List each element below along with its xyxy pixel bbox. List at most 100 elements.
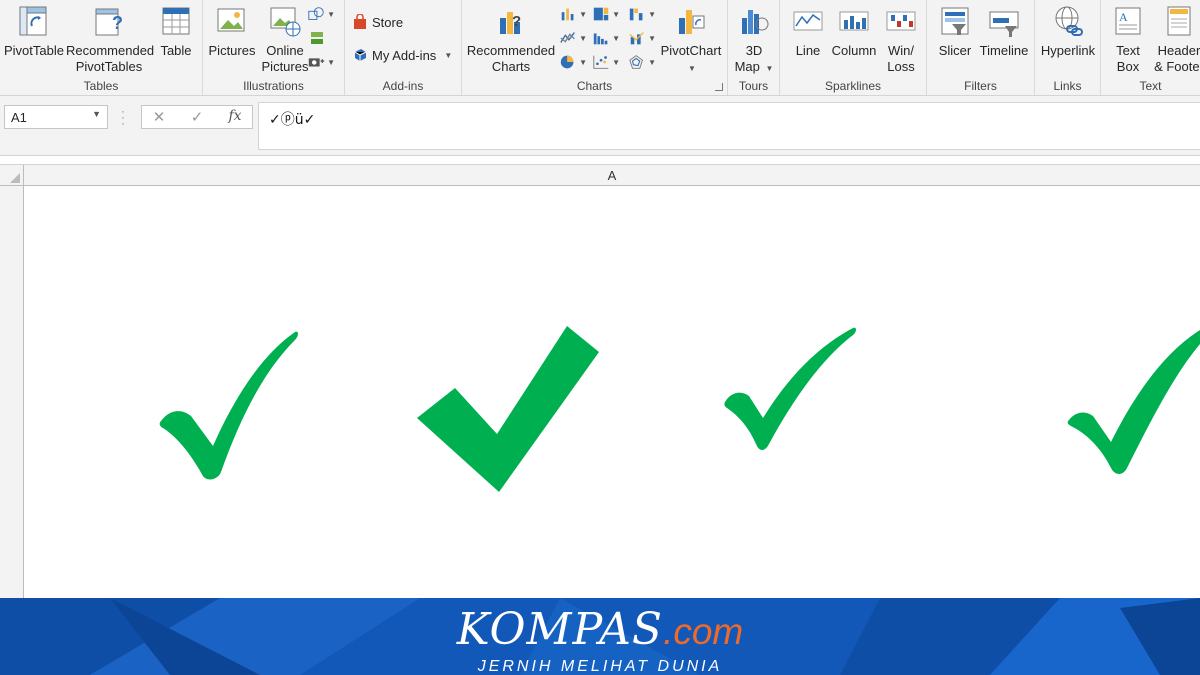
header-footer-label-2: & Footer <box>1154 59 1200 74</box>
insert-column-chart-button[interactable]: ▼ <box>559 4 587 24</box>
smartart-button[interactable] <box>307 28 335 48</box>
kompas-logo[interactable]: KOMPAS.com <box>0 606 1200 656</box>
recommended-charts-label-2: Charts <box>491 59 531 74</box>
online-pictures-icon <box>270 7 301 37</box>
formula-input[interactable]: ✓ⓟü✓ <box>258 102 1200 150</box>
recommended-charts-button[interactable]: ? Recommended Charts <box>466 4 556 75</box>
recommended-pivottables-button[interactable]: ? Recommended PivotTables <box>66 4 154 75</box>
sparkline-line-icon <box>793 11 823 31</box>
name-box-dropdown-icon[interactable]: ▼ <box>92 109 101 119</box>
my-addins-icon <box>354 49 367 61</box>
formula-bar-splitter-icon[interactable]: · · · <box>120 105 126 129</box>
svg-text:?: ? <box>112 13 123 33</box>
recommended-pivottables-label-2: PivotTables <box>75 59 143 74</box>
online-pictures-button[interactable]: Online Pictures <box>260 4 310 75</box>
insert-pie-chart-button[interactable]: ▼ <box>559 52 587 72</box>
slicer-button[interactable]: Slicer <box>935 4 975 59</box>
select-all-button[interactable] <box>0 165 24 186</box>
store-icon <box>354 14 366 29</box>
shapes-button[interactable]: ▼ <box>307 4 335 24</box>
cancel-icon[interactable]: ✕ <box>144 108 174 126</box>
my-addins-label: My Add-ins <box>372 47 437 63</box>
sparkline-winloss-icon <box>886 11 916 31</box>
3d-map-label-1: 3D <box>745 43 763 58</box>
insert-statistic-chart-button[interactable]: ▼ <box>592 28 620 48</box>
text-box-icon: A <box>1115 7 1141 35</box>
checkmark-icon-2 <box>417 326 599 492</box>
svg-text:A: A <box>1119 10 1128 24</box>
my-addins-button[interactable]: My Add-ins ▼ <box>352 44 452 66</box>
name-box-value: A1 <box>11 110 27 125</box>
pivotchart-icon <box>679 10 705 34</box>
kompas-brand: KOMPAS.com JERNIH MELIHAT DUNIA <box>0 606 1200 675</box>
shapes-icon <box>308 7 324 20</box>
store-button[interactable]: Store <box>352 11 403 33</box>
group-links: Hyperlink Links <box>1035 0 1101 95</box>
text-box-label-1: Text <box>1116 43 1140 58</box>
3d-map-button[interactable]: 3D Map ▼ <box>732 4 776 77</box>
insert-combo-chart-button[interactable]: ▼ <box>628 28 656 48</box>
column-chart-icon <box>561 8 574 21</box>
group-label-sparklines: Sparklines <box>824 79 882 93</box>
column-header-a[interactable]: A <box>24 165 1200 186</box>
insert-line-chart-button[interactable]: ▼ <box>559 28 587 48</box>
text-box-button[interactable]: A Text Box <box>1107 4 1149 75</box>
group-label-tours: Tours <box>738 79 769 93</box>
sparkline-column-icon <box>839 11 869 31</box>
sparkline-winloss-button[interactable]: Win/ Loss <box>882 4 920 75</box>
sparkline-column-button[interactable]: Column <box>830 4 878 59</box>
group-label-filters: Filters <box>964 79 997 93</box>
table-button[interactable]: Table <box>156 4 196 59</box>
screenshot-icon <box>308 58 325 67</box>
timeline-button[interactable]: Timeline <box>977 4 1031 59</box>
line-chart-icon <box>560 32 575 43</box>
group-filters: Slicer Timeline Filters <box>927 0 1035 95</box>
group-label-text: Text <box>1139 79 1162 93</box>
checkmark-icon-3 <box>724 327 856 450</box>
3d-map-dropdown-icon: ▼ <box>765 64 774 73</box>
pictures-button[interactable]: Pictures <box>207 4 257 59</box>
statistic-chart-icon <box>593 33 608 45</box>
pivottable-button[interactable]: PivotTable <box>4 4 64 59</box>
name-box[interactable]: A1 ▼ <box>4 105 108 129</box>
insert-waterfall-chart-button[interactable]: ▼ <box>628 4 656 24</box>
radar-chart-icon <box>629 55 643 69</box>
screenshot-button[interactable]: ▼ <box>307 52 335 72</box>
header-footer-button[interactable]: Header & Footer <box>1151 4 1200 75</box>
group-tours: 3D Map ▼ Tours <box>728 0 780 95</box>
timeline-icon <box>989 11 1019 37</box>
group-illustrations: Pictures Online Pictures ▼ ▼ Illustratio… <box>203 0 345 95</box>
group-tables: PivotTable ? Recommended PivotTables Tab… <box>0 0 203 95</box>
recommended-pivottables-icon: ? <box>95 8 123 36</box>
hyperlink-button[interactable]: Hyperlink <box>1038 4 1098 59</box>
pivottable-label: PivotTable <box>4 43 64 58</box>
online-pictures-label-2: Pictures <box>261 59 309 74</box>
sparkline-line-button[interactable]: Line <box>788 4 828 59</box>
row-header-bar <box>0 186 24 598</box>
insert-function-button[interactable]: fx <box>220 108 250 124</box>
sparkline-winloss-label-2: Loss <box>887 59 915 74</box>
header-footer-label-1: Header <box>1157 43 1200 58</box>
insert-radar-chart-button[interactable]: ▼ <box>628 52 656 72</box>
group-label-links: Links <box>1053 79 1082 93</box>
slicer-label: Slicer <box>938 43 972 58</box>
header-footer-icon <box>1167 6 1191 36</box>
checkmark-icon-4 <box>1067 330 1200 474</box>
sparkline-line-label: Line <box>795 43 821 58</box>
table-icon <box>162 7 190 35</box>
timeline-label: Timeline <box>979 43 1029 58</box>
hyperlink-icon <box>1055 6 1083 36</box>
hierarchy-chart-icon <box>593 7 609 21</box>
insert-scatter-chart-button[interactable]: ▼ <box>592 52 620 72</box>
enter-icon[interactable]: ✓ <box>182 108 212 126</box>
pivotchart-button[interactable]: PivotChart ▼ <box>660 4 722 77</box>
kompas-logo-name: KOMPAS <box>456 604 664 655</box>
kompas-logo-suffix: .com <box>663 611 744 652</box>
group-label-addins: Add-ins <box>382 79 424 93</box>
insert-hierarchy-chart-button[interactable]: ▼ <box>592 4 620 24</box>
cell-a1[interactable] <box>25 186 1200 598</box>
group-charts: ? Recommended Charts ▼ ▼ ▼ ▼ ▼ ▼ ▼ ▼ ▼ P… <box>462 0 728 95</box>
my-addins-dropdown-icon: ▼ <box>444 50 453 60</box>
pivottable-icon <box>19 6 47 36</box>
pivotchart-dropdown-icon: ▼ <box>688 64 696 73</box>
